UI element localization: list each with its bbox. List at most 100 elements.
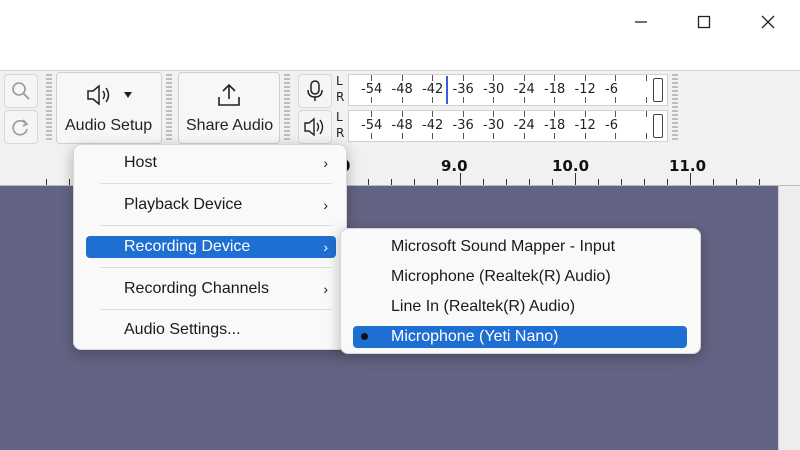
meter-tick [523, 75, 525, 81]
meter-tick [462, 111, 464, 117]
meter-tick-label: -48 [391, 118, 413, 133]
share-audio-button[interactable]: Share Audio [178, 72, 280, 144]
toolbar-grip[interactable] [46, 74, 52, 142]
meter-tick [645, 97, 647, 103]
meter-tick [432, 111, 433, 117]
ruler-tick [644, 179, 645, 185]
menu-item-audio-settings[interactable]: Audio Settings... [86, 319, 336, 341]
submenu-arrow-icon: › [323, 239, 328, 255]
meter-tick-label: -18 [544, 118, 566, 133]
meter-tick [523, 97, 525, 103]
ruler-label: 10.0 [552, 157, 590, 175]
ruler-tick [736, 179, 737, 185]
meter-tick [523, 111, 525, 117]
meter-tick [401, 97, 403, 103]
toolbar-grip[interactable] [284, 74, 290, 142]
channel-left-label: L [336, 74, 343, 88]
microphone-icon [307, 80, 323, 101]
meter-tick [615, 75, 616, 81]
meter-tick [615, 97, 616, 103]
zoom-button[interactable] [4, 74, 38, 108]
minimize-icon [635, 21, 647, 23]
meter-tick [432, 133, 433, 139]
menu-item-host[interactable]: Host › [86, 152, 336, 174]
record-meter-button[interactable] [298, 74, 332, 108]
ruler-tick [713, 179, 714, 185]
ruler-label: 11.0 [669, 157, 707, 175]
meter-tick [493, 97, 494, 103]
redo-icon [12, 119, 29, 136]
recording-meter[interactable]: -54 -48 -42 -36 -30 -24 -18 -12 -6 [348, 74, 668, 106]
meter-tick [523, 133, 525, 139]
menu-divider [100, 183, 332, 184]
meter-tick [493, 133, 494, 139]
menu-item-recording-device[interactable]: Recording Device › [86, 236, 336, 258]
submenu-arrow-icon: › [323, 155, 328, 171]
meter-tick-label: -36 [452, 82, 474, 97]
menu-item-playback-device[interactable]: Playback Device › [86, 194, 336, 216]
ruler-tick [437, 179, 438, 185]
meter-tick [432, 75, 433, 81]
ruler-tick [46, 179, 47, 185]
meter-tick [462, 97, 464, 103]
meter-tick [615, 133, 616, 139]
meter-tick [462, 75, 464, 81]
playback-meter-button[interactable] [298, 110, 332, 144]
ruler-tick [552, 179, 553, 185]
redo-button[interactable] [4, 110, 38, 144]
ruler-tick [368, 179, 369, 185]
ruler-tick [690, 173, 691, 185]
device-option-yeti-nano[interactable]: Microphone (Yeti Nano) [353, 326, 687, 348]
close-button[interactable] [745, 6, 791, 38]
device-option-realtek-line-in[interactable]: Line In (Realtek(R) Audio) [353, 296, 687, 318]
meter-tick-label: -6 [605, 118, 618, 133]
meter-tick [371, 97, 372, 103]
ruler-tick [759, 179, 760, 185]
meter-tick [371, 133, 372, 139]
speaker-icon [87, 84, 110, 106]
device-option-realtek-mic[interactable]: Microphone (Realtek(R) Audio) [353, 266, 687, 288]
meter-tick [584, 75, 586, 81]
meter-tick [493, 75, 494, 81]
meter-tick-label: -12 [574, 118, 596, 133]
playback-meter[interactable]: -54 -48 -42 -36 -30 -24 -18 -12 -6 [348, 110, 668, 142]
meter-tick-label: -48 [391, 82, 413, 97]
ruler-label: 9.0 [441, 157, 468, 175]
device-option-label: Microsoft Sound Mapper - Input [391, 238, 616, 255]
meter-tick-label: -54 [361, 118, 383, 133]
ruler-tick [598, 179, 599, 185]
meter-tick [584, 97, 586, 103]
minimize-button[interactable] [618, 6, 664, 38]
ruler-tick [621, 179, 622, 185]
meter-tick-label: -12 [574, 82, 596, 97]
meter-tick [554, 75, 555, 81]
menu-item-label: Recording Device [124, 238, 251, 255]
toolbar-grip[interactable] [166, 74, 172, 142]
vertical-scrollbar[interactable] [778, 186, 800, 450]
ruler-tick [69, 179, 70, 185]
meter-level-marker[interactable] [446, 76, 448, 104]
toolbar-grip[interactable] [672, 74, 678, 142]
meter-tick [493, 111, 494, 117]
ruler-tick [483, 179, 484, 185]
ruler-tick [414, 179, 415, 185]
audio-setup-button[interactable]: Audio Setup [56, 72, 162, 144]
menu-divider [100, 309, 332, 310]
clip-indicator [653, 78, 663, 102]
menu-item-recording-channels[interactable]: Recording Channels › [86, 278, 336, 300]
meter-tick [554, 133, 555, 139]
maximize-icon [697, 15, 711, 29]
meter-tick-label: -42 [422, 118, 444, 133]
menu-divider [100, 267, 332, 268]
meter-tick-label: -36 [452, 118, 474, 133]
device-option-sound-mapper[interactable]: Microsoft Sound Mapper - Input [353, 236, 687, 258]
selected-bullet-icon [361, 333, 368, 340]
title-bar [0, 0, 800, 70]
device-option-label: Microphone (Yeti Nano) [391, 328, 559, 345]
submenu-arrow-icon: › [323, 281, 328, 297]
maximize-button[interactable] [681, 6, 727, 38]
menu-divider [100, 225, 332, 226]
device-option-label: Microphone (Realtek(R) Audio) [391, 268, 611, 285]
meter-tick-label: -54 [361, 82, 383, 97]
meter-tick [371, 75, 372, 81]
